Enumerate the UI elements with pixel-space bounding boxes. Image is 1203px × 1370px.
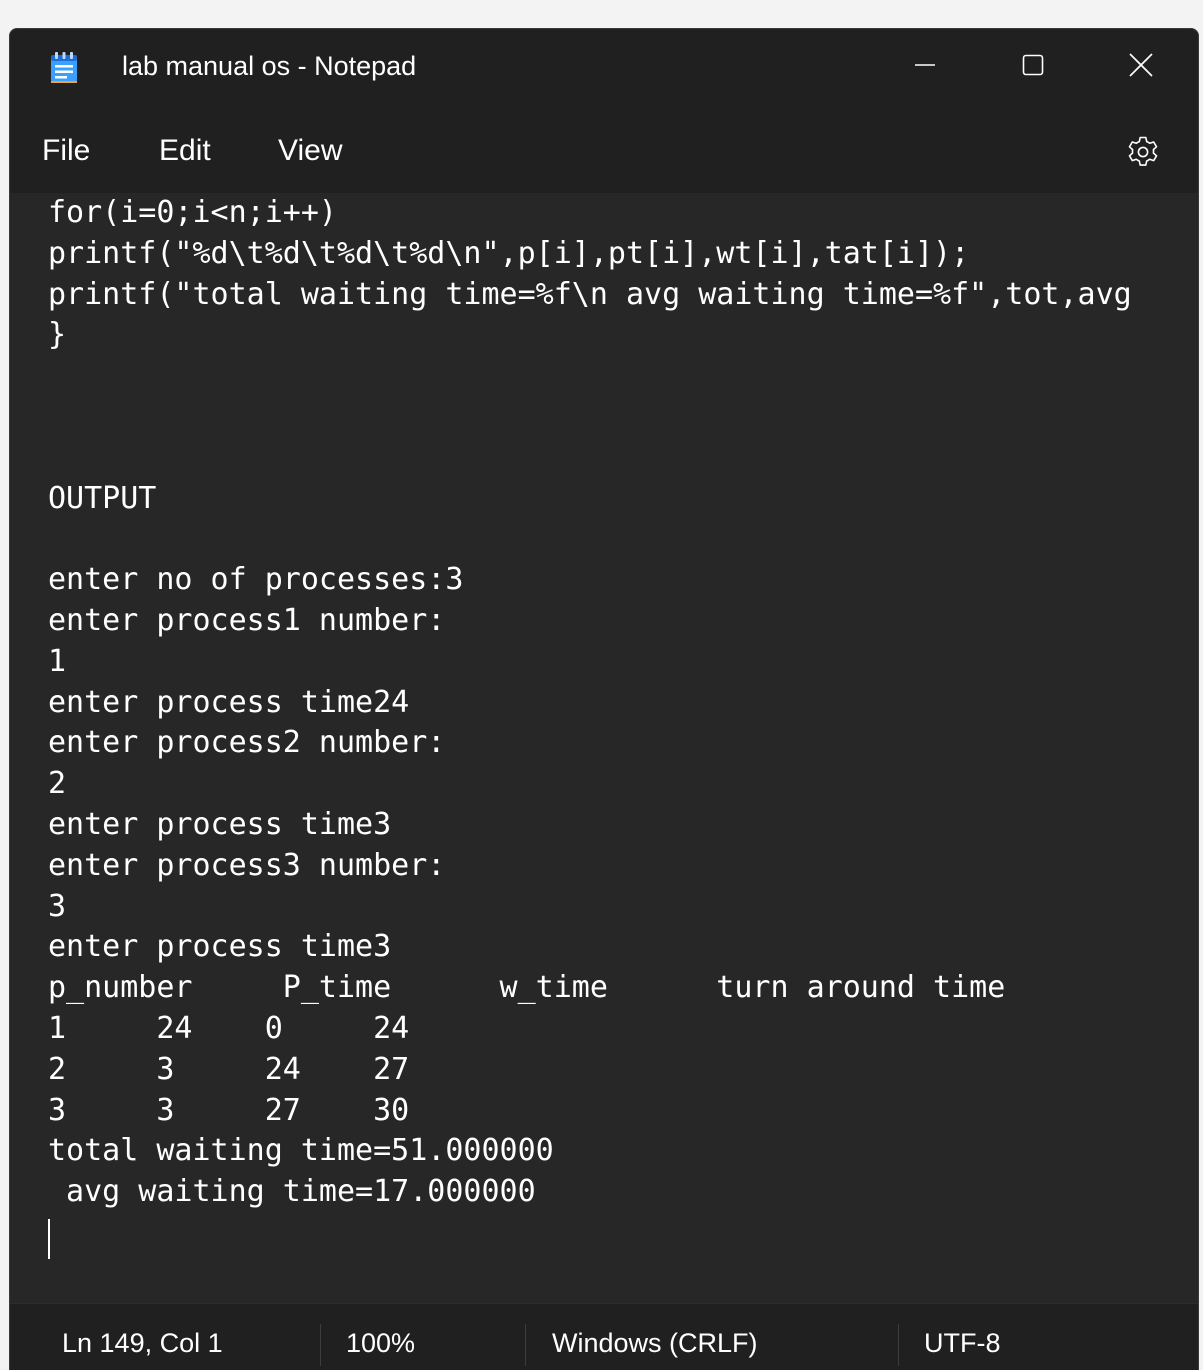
- editor-line: 2 3 24 27: [48, 1051, 410, 1087]
- editor-line: printf("total waiting time=%f\n avg wait…: [48, 276, 1132, 312]
- notepad-window: lab manual os - Notepad File Edit View f…: [9, 28, 1199, 1370]
- text-caret: [48, 1219, 50, 1259]
- editor-line: p_number P_time w_time turn around time: [48, 970, 1006, 1006]
- maximize-icon: [1022, 54, 1044, 76]
- editor-line: 3: [48, 888, 67, 924]
- editor-line: avg waiting time=17.000000: [48, 1174, 536, 1210]
- status-divider: [525, 1324, 526, 1366]
- minimize-button[interactable]: [890, 37, 960, 93]
- editor-line: enter process time24: [48, 684, 410, 720]
- editor-line: 1: [48, 643, 67, 679]
- close-button[interactable]: [1106, 37, 1176, 93]
- title-bar[interactable]: lab manual os - Notepad: [10, 29, 1198, 101]
- editor-line: enter process time3: [48, 929, 392, 965]
- status-divider: [320, 1324, 321, 1366]
- editor-line: enter no of processes:3: [48, 562, 464, 598]
- gear-icon: [1128, 136, 1158, 166]
- editor-line: }: [48, 317, 67, 353]
- line-ending: Windows (CRLF): [552, 1328, 758, 1358]
- editor-line: 3 3 27 30: [48, 1092, 410, 1128]
- editor-content: for(i=0;i<n;i++) printf("%d\t%d\t%d\t%d\n…: [48, 193, 1132, 1213]
- editor-line: 1 24 0 24: [48, 1010, 410, 1046]
- notepad-icon: [50, 52, 78, 84]
- editor-line: printf("%d\t%d\t%d\t%d\n",p[i],pt[i],wt[…: [48, 235, 970, 271]
- menu-file[interactable]: File: [42, 131, 90, 171]
- maximize-button[interactable]: [998, 37, 1068, 93]
- editor-line: OUTPUT: [48, 480, 157, 516]
- close-icon: [1129, 53, 1153, 77]
- encoding: UTF-8: [924, 1328, 1001, 1358]
- menu-edit[interactable]: Edit: [159, 131, 211, 171]
- editor-line: enter process1 number:: [48, 602, 446, 638]
- editor-line: enter process time3: [48, 806, 392, 842]
- status-bar: Ln 149, Col 1 100% Windows (CRLF) UTF-8: [10, 1303, 1198, 1370]
- minimize-icon: [915, 64, 935, 66]
- settings-button[interactable]: [1122, 131, 1164, 173]
- menu-bar: File Edit View: [10, 101, 1198, 193]
- text-editor[interactable]: for(i=0;i<n;i++) printf("%d\t%d\t%d\t%d\n…: [10, 193, 1198, 1303]
- editor-line: total waiting time=51.000000: [48, 1133, 554, 1169]
- zoom-level: 100%: [346, 1328, 416, 1358]
- menu-view[interactable]: View: [278, 131, 342, 171]
- window-title: lab manual os - Notepad: [122, 51, 417, 81]
- status-divider: [898, 1324, 899, 1366]
- editor-line: enter process2 number:: [48, 725, 446, 761]
- editor-line: 2: [48, 766, 67, 802]
- cursor-position: Ln 149, Col 1: [62, 1328, 223, 1358]
- editor-line: enter process3 number:: [48, 847, 446, 883]
- editor-line: for(i=0;i<n;i++): [48, 195, 337, 230]
